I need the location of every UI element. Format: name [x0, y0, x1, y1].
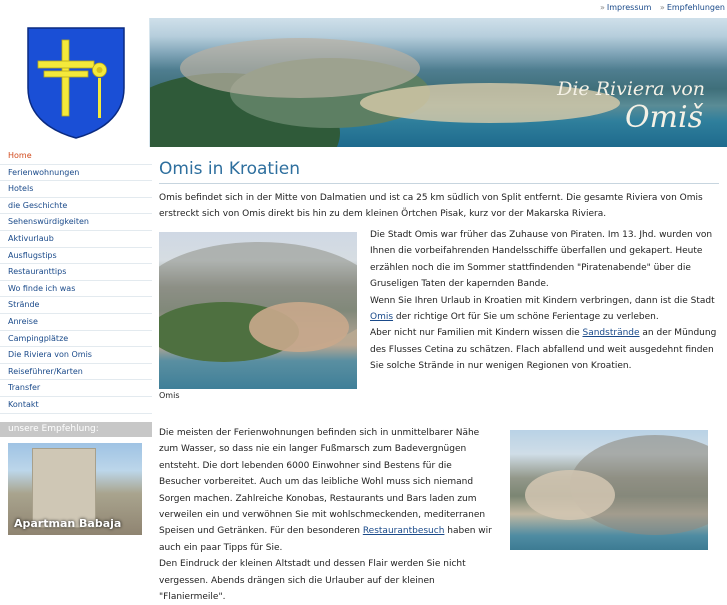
header-banner: Die Riviera von Omiš: [150, 18, 727, 147]
impressum-link[interactable]: Impressum: [607, 3, 651, 12]
sidebar-item-wo-finde-ich-was[interactable]: Wo finde ich was: [0, 280, 152, 298]
beaches-paragraph: Aber nicht nur Familien mit Kindern wiss…: [370, 325, 719, 374]
title-divider: [159, 183, 719, 184]
photo-houses: [249, 302, 349, 352]
text-segment: Die meisten der Ferienwohnungen befinden…: [159, 428, 486, 537]
recommendation-image[interactable]: Apartman Babaja: [8, 442, 142, 535]
sidebar-item-straende[interactable]: Strände: [0, 297, 152, 314]
text-segment: Aber nicht nur Familien mit Kindern wiss…: [370, 328, 583, 339]
sidebar-item-geschichte[interactable]: die Geschichte: [0, 197, 152, 215]
arrow-icon: »: [600, 3, 605, 12]
holiday-section: Die meisten der Ferienwohnungen befinden…: [159, 425, 492, 605]
sidebar-item-anreise[interactable]: Anreise: [0, 313, 152, 331]
restaurantbesuch-link[interactable]: Restaurantbesuch: [363, 526, 445, 536]
omis-link[interactable]: Omis: [370, 312, 393, 322]
omis-photo[interactable]: [159, 232, 357, 389]
banner-town: [180, 38, 420, 98]
sidebar-item-reisefuehrer[interactable]: Reiseführer/Karten: [0, 363, 152, 381]
pirates-paragraph: Die Stadt Omis war früher das Zuhause vo…: [370, 230, 713, 290]
photo-houses: [525, 470, 615, 520]
banner-title-line1: Die Riviera von: [557, 78, 705, 100]
empfehlungen-link[interactable]: Empfehlungen: [667, 3, 725, 12]
old-town-paragraph: Den Eindruck der kleinen Altstadt und de…: [159, 559, 466, 603]
pirate-section: Die Stadt Omis war früher das Zuhause vo…: [370, 227, 719, 375]
main-content: Omis in Kroatien Omis befindet sich in d…: [159, 148, 719, 602]
sidebar-item-ausflugstips[interactable]: Ausflugstips: [0, 247, 152, 265]
intro-paragraph: Omis befindet sich in der Mitte von Dalm…: [159, 193, 703, 220]
sidebar-item-transfer[interactable]: Transfer: [0, 380, 152, 397]
apartment-building: [32, 447, 96, 528]
recommendation-caption: Apartman Babaja: [14, 516, 122, 530]
apartments-paragraph: Die meisten der Ferienwohnungen befinden…: [159, 425, 492, 556]
sidebar-item-ferienwohnungen[interactable]: Ferienwohnungen: [0, 164, 152, 182]
sidebar-item-campingplaetze[interactable]: Campingplätze: [0, 330, 152, 348]
sidebar-item-restauranttips[interactable]: Restauranttips: [0, 264, 152, 281]
top-links: » Impressum » Empfehlungen: [594, 3, 725, 12]
text-segment: Wenn Sie Ihren Urlaub in Kroatien mit Ki…: [370, 295, 715, 306]
cetina-photo[interactable]: [510, 430, 708, 550]
sidebar-item-kontakt[interactable]: Kontakt: [0, 396, 152, 414]
text-segment: der richtige Ort für Sie um schöne Ferie…: [393, 312, 659, 323]
sidebar-item-hotels[interactable]: Hotels: [0, 181, 152, 198]
sidebar-item-aktivurlaub[interactable]: Aktivurlaub: [0, 230, 152, 248]
children-paragraph: Wenn Sie Ihren Urlaub in Kroatien mit Ki…: [370, 293, 719, 326]
sandstraende-link[interactable]: Sandstrände: [583, 328, 640, 338]
photo-caption: Omis: [159, 391, 180, 400]
coat-of-arms-logo[interactable]: [26, 26, 126, 140]
banner-title-line2: Omiš: [624, 100, 703, 135]
sidebar-item-riviera-von-omis[interactable]: Die Riviera von Omis: [0, 347, 152, 364]
recommendation-heading: unsere Empfehlung:: [0, 421, 152, 437]
top-bar: » Impressum » Empfehlungen: [0, 0, 727, 18]
sidebar-item-home[interactable]: Home: [0, 148, 152, 165]
page-title: Omis in Kroatien: [159, 159, 301, 179]
sidebar-nav: Home Ferienwohnungen Hotels die Geschich…: [0, 148, 152, 535]
arrow-icon: »: [659, 3, 665, 12]
logo-area: [0, 18, 150, 147]
sidebar-item-sehenswuerdigkeiten[interactable]: Sehenswürdigkeiten: [0, 214, 152, 231]
